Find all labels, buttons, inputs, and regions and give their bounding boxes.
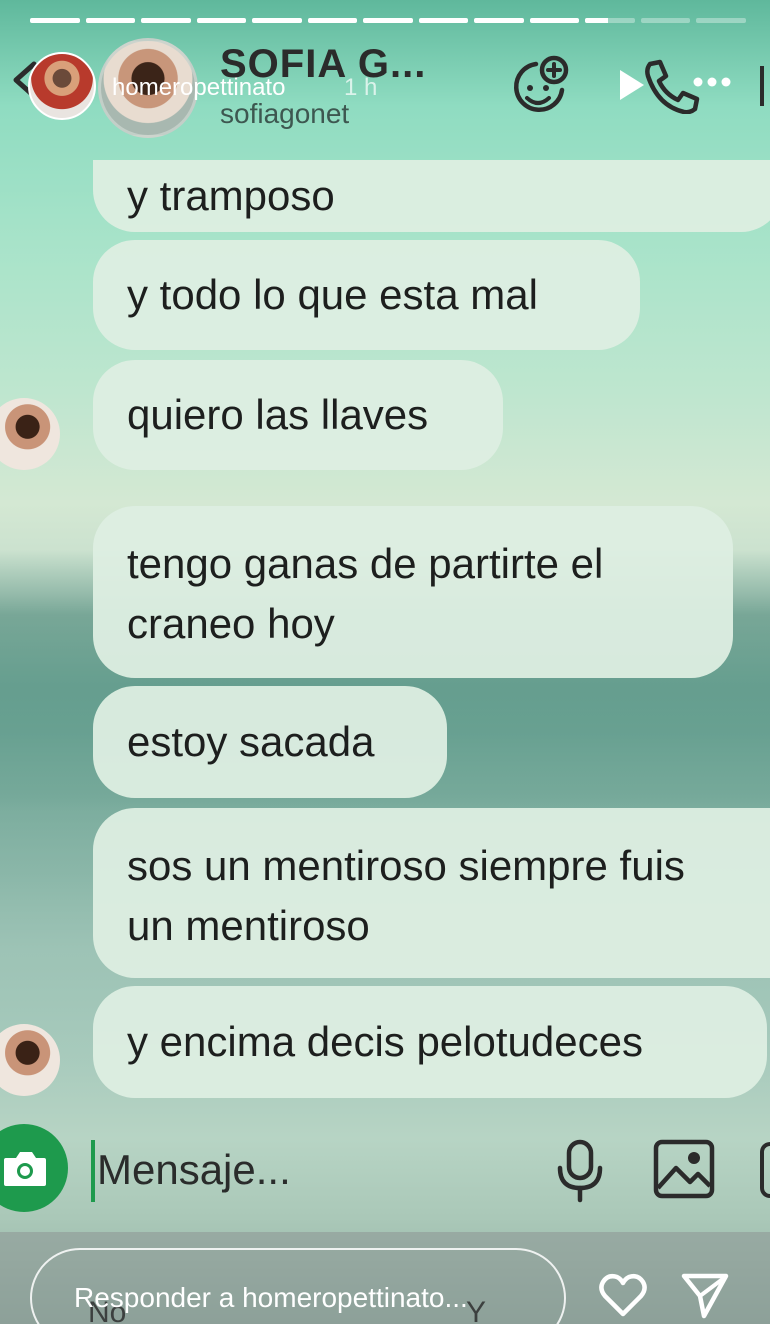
story-progress-segment <box>196 18 247 23</box>
more-dots-icon[interactable] <box>692 72 732 92</box>
message-composer: Mensaje... <box>0 1112 770 1232</box>
story-progress-segment <box>141 18 191 23</box>
story-progress-segment <box>307 18 358 23</box>
heart-icon[interactable] <box>598 1272 648 1318</box>
message-text: y todo lo que esta mal <box>127 271 538 318</box>
message-bubble[interactable]: y todo lo que esta mal <box>93 240 640 350</box>
story-progress-bar <box>30 18 746 23</box>
sticker-add-icon[interactable] <box>506 54 572 120</box>
story-reply-input[interactable]: Responder a homeropettinato... <box>30 1248 566 1324</box>
send-icon[interactable] <box>680 1270 730 1320</box>
story-reply-bar: No Y Responder a homeropettinato... <box>0 1232 770 1324</box>
message-text: estoy sacada <box>127 718 375 765</box>
text-cursor <box>91 1140 95 1202</box>
chat-header: SOFIA G... homeropettinato 1 h sofiagone… <box>0 34 770 144</box>
sender-avatar[interactable] <box>0 398 60 470</box>
image-icon[interactable] <box>652 1138 716 1200</box>
story-progress-segment <box>640 18 691 23</box>
message-bubble[interactable]: tengo ganas de partirte el craneo hoy <box>93 506 733 678</box>
camera-button[interactable] <box>0 1124 68 1212</box>
message-text: sos un mentiroso siempre fuis un mentiro… <box>127 842 685 949</box>
composer-edge-icon <box>760 1142 770 1198</box>
story-progress-segment <box>85 18 136 23</box>
message-bubble[interactable]: estoy sacada <box>93 686 447 798</box>
story-progress-segment <box>696 18 746 23</box>
camera-icon <box>4 1152 46 1186</box>
story-progress-segment <box>529 18 580 23</box>
microphone-icon[interactable] <box>552 1138 608 1204</box>
message-input[interactable]: Mensaje... <box>97 1146 291 1194</box>
message-text: y tramposo <box>127 172 335 219</box>
story-progress-segment <box>363 18 413 23</box>
story-progress-segment <box>252 18 302 23</box>
message-text: y encima decis pelotudeces <box>127 1018 643 1065</box>
story-progress-segment <box>30 18 80 23</box>
message-text: quiero las llaves <box>127 391 429 438</box>
chat-contact-handle: sofiagonet <box>220 98 350 129</box>
message-bubble[interactable]: quiero las llaves <box>93 360 503 470</box>
story-progress-segment <box>474 18 524 23</box>
sender-avatar[interactable] <box>0 1024 60 1096</box>
story-user-avatar[interactable] <box>28 52 96 120</box>
message-bubble[interactable]: y encima decis pelotudeces <box>93 986 767 1098</box>
message-bubble[interactable]: y tramposo <box>93 160 770 232</box>
message-bubble[interactable]: sos un mentiroso siempre fuis un mentiro… <box>93 808 770 978</box>
story-progress-segment <box>418 18 469 23</box>
header-edge-icon <box>760 66 770 106</box>
story-progress-segment <box>585 18 635 23</box>
message-text: tengo ganas de partirte el craneo hoy <box>127 540 604 647</box>
